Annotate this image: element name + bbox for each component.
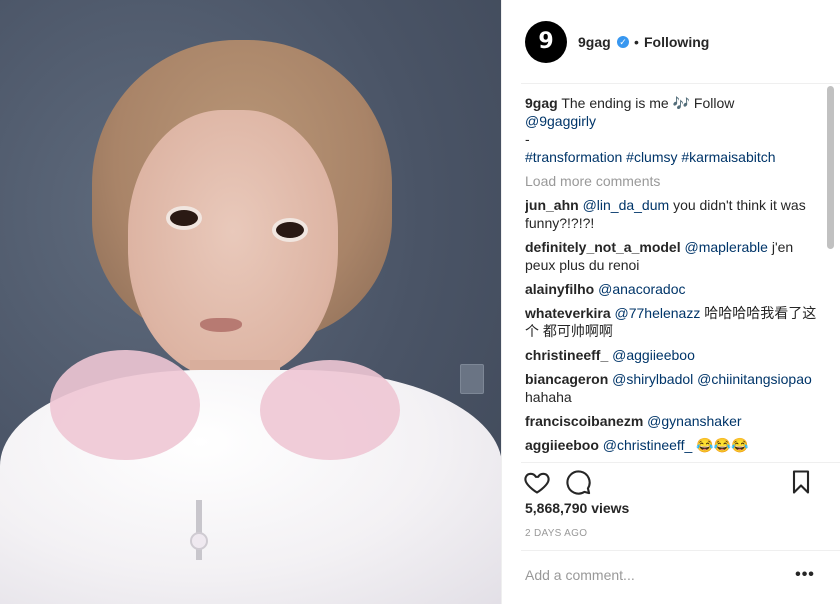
post-actions-bar (503, 464, 840, 500)
scrollbar-thumb[interactable] (827, 86, 834, 249)
caption-hashtags[interactable]: #transformation #clumsy #karmaisabitch (525, 148, 821, 166)
caption-mention[interactable]: @9gaggirly (525, 112, 821, 130)
comment-mention[interactable]: @gynanshaker (647, 413, 741, 429)
comment-row: jun_ahn @lin_da_dum you didn't think it … (525, 196, 821, 232)
post-side-panel: 9 9gag ✓ • Following 9gag The ending is … (503, 0, 840, 604)
comment-username[interactable]: biancageron (525, 371, 608, 387)
video-person-eye (170, 210, 198, 226)
wall-switch (460, 364, 484, 394)
bookmark-icon[interactable] (787, 468, 815, 496)
hoodie-pink-patch (50, 350, 200, 460)
post-caption: 9gag The ending is me 🎶 Follow @9gaggirl… (525, 94, 821, 166)
comment-text: 😂😂😂 (696, 437, 749, 453)
load-more-comments-button[interactable]: Load more comments (525, 172, 821, 190)
comment-mention[interactable]: @aggiieeboo (612, 347, 695, 363)
following-button[interactable]: Following (644, 34, 709, 50)
video-person-face (128, 110, 338, 380)
video-person-eye (276, 222, 304, 238)
comment-row: christineeff_ @aggiieeboo (525, 346, 821, 364)
comment-username[interactable]: christineeff_ (525, 347, 608, 363)
comment-username[interactable]: franciscoibanezm (525, 413, 643, 429)
comment-input-divider (521, 550, 840, 551)
comment-mention[interactable]: @anacoradoc (598, 281, 685, 297)
caption-text: The ending is me 🎶 Follow (561, 95, 735, 111)
comment-username[interactable]: whateverkira (525, 305, 611, 321)
header-separator-dot: • (634, 34, 639, 50)
comment-row: definitely_not_a_model @maplerable j'en … (525, 238, 821, 274)
views-label: views (591, 500, 630, 516)
comment-mention[interactable]: @77helenazz (615, 305, 701, 321)
hoodie-zipper (196, 500, 202, 560)
account-username[interactable]: 9gag (578, 34, 611, 50)
post-video[interactable] (0, 0, 502, 604)
add-comment-input[interactable] (525, 564, 785, 586)
header-divider (521, 83, 840, 84)
heart-icon[interactable] (523, 468, 551, 496)
comment-row: franciscoibanezm @gynanshaker (525, 412, 821, 430)
comment-row: whateverkira @77helenazz 哈哈哈哈我看了这个 都可帅啊啊 (525, 304, 821, 340)
comment-row: alainyfilho @anacoradoc (525, 280, 821, 298)
comment-text: hahaha (525, 389, 572, 405)
post-header: 9 9gag ✓ • Following (503, 0, 840, 84)
views-count[interactable]: 5,868,790 views (525, 500, 629, 516)
comment-username[interactable]: aggiieeboo (525, 437, 599, 453)
avatar-logo: 9 (538, 29, 554, 54)
hoodie-zipper-pull (190, 532, 208, 550)
post-timestamp[interactable]: 2 DAYS AGO (525, 528, 587, 539)
more-options-icon[interactable]: ••• (795, 566, 815, 584)
caption-dash: - (525, 131, 530, 147)
views-number: 5,868,790 (525, 500, 588, 516)
comment-row: aggiieeboo @christineeff_ 😂😂😂 (525, 436, 821, 454)
comment-bubble-icon[interactable] (564, 468, 592, 496)
comments-scrollbar[interactable] (825, 86, 835, 460)
caption-username[interactable]: 9gag (525, 95, 558, 111)
comment-username[interactable]: alainyfilho (525, 281, 594, 297)
comment-row: biancageron @shirylbadol @chiinitangsiop… (525, 370, 821, 406)
actions-divider (521, 462, 840, 463)
comment-mention[interactable]: @christineeff_ (603, 437, 692, 453)
comment-username[interactable]: definitely_not_a_model (525, 239, 681, 255)
comment-username[interactable]: jun_ahn (525, 197, 579, 213)
comment-mention[interactable]: @shirylbadol @chiinitangsiopao (612, 371, 812, 387)
verified-badge-icon: ✓ (617, 36, 629, 48)
hoodie-pink-patch (260, 360, 400, 460)
comment-mention[interactable]: @maplerable (684, 239, 767, 255)
comment-mention[interactable]: @lin_da_dum (583, 197, 670, 213)
video-person-mouth (200, 318, 242, 332)
comments-list[interactable]: 9gag The ending is me 🎶 Follow @9gaggirl… (525, 94, 821, 460)
avatar[interactable]: 9 (525, 21, 567, 63)
